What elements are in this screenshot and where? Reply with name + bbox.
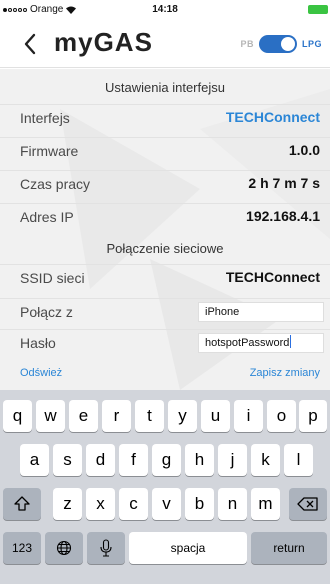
row-firmware: Firmware 1.0.0 <box>0 137 330 164</box>
return-key[interactable]: return <box>251 532 327 564</box>
key-s[interactable]: s <box>53 444 82 476</box>
globe-icon <box>56 540 72 556</box>
save-changes-button[interactable]: Zapisz zmiany <box>250 367 320 379</box>
section-title-interface: Ustawienia interfejsu <box>105 80 225 95</box>
numbers-key[interactable]: 123 <box>3 532 41 564</box>
shift-icon <box>14 496 30 511</box>
fuel-type-toggle[interactable] <box>258 35 297 53</box>
value-firmware: 1.0.0 <box>288 142 320 158</box>
shift-key[interactable] <box>3 488 41 520</box>
row-uptime: Czas pracy 2 h 7 m 7 s <box>0 170 330 197</box>
key-m[interactable]: m <box>251 488 280 520</box>
label-password: Hasło <box>20 335 56 351</box>
battery-icon <box>308 5 328 14</box>
label-interface: Interfejs <box>20 110 70 126</box>
key-i[interactable]: i <box>234 400 263 432</box>
text-caret <box>290 335 292 348</box>
logo-text: myGAS <box>54 28 153 57</box>
value-ssid: TECHConnect <box>225 269 320 285</box>
key-n[interactable]: n <box>218 488 247 520</box>
row-ssid: SSID sieci TECHConnect <box>0 264 330 291</box>
value-ip-address: 192.168.4.1 <box>246 208 320 224</box>
key-v[interactable]: v <box>152 488 181 520</box>
microphone-key[interactable] <box>87 532 125 564</box>
row-ip-address: Adres IP 192.168.4.1 <box>0 203 330 230</box>
key-u[interactable]: u <box>201 400 230 432</box>
label-ip-address: Adres IP <box>20 209 74 225</box>
key-x[interactable]: x <box>86 488 115 520</box>
settings-content: Ustawienia interfejsu Interfejs TECHConn… <box>0 69 330 390</box>
key-l[interactable]: l <box>284 444 313 476</box>
backspace-icon <box>297 497 318 511</box>
key-y[interactable]: y <box>168 400 197 432</box>
label-uptime: Czas pracy <box>20 176 91 192</box>
key-e[interactable]: e <box>69 400 98 432</box>
fuel-toggle-group: PB LPG <box>240 35 322 53</box>
toggle-label-pb: PB <box>240 39 254 49</box>
key-j[interactable]: j <box>218 444 247 476</box>
globe-key[interactable] <box>45 532 83 564</box>
key-r[interactable]: r <box>102 400 131 432</box>
mygas-logo: myGAS <box>54 28 153 57</box>
nav-bar: myGAS PB LPG <box>0 20 330 68</box>
password-input[interactable]: hotspotPassword <box>198 333 324 353</box>
key-p[interactable]: p <box>299 400 327 432</box>
key-c[interactable]: c <box>119 488 148 520</box>
connect-to-value: iPhone <box>205 306 240 318</box>
key-b[interactable]: b <box>185 488 214 520</box>
row-interface: Interfejs TECHConnect <box>0 104 330 131</box>
row-connect-to: Połącz z iPhone <box>0 298 330 325</box>
label-connect-to: Połącz z <box>20 304 73 320</box>
row-password: Hasło hotspotPassword <box>0 329 330 356</box>
microphone-icon <box>100 539 112 557</box>
value-interface[interactable]: TECHConnect <box>226 109 320 125</box>
status-bar: Orange 14:18 <box>0 0 330 20</box>
key-a[interactable]: a <box>20 444 49 476</box>
key-w[interactable]: w <box>36 400 65 432</box>
key-d[interactable]: d <box>86 444 115 476</box>
key-t[interactable]: t <box>135 400 164 432</box>
label-ssid: SSID sieci <box>20 270 85 286</box>
back-chevron-icon[interactable] <box>18 29 44 59</box>
value-uptime: 2 h 7 m 7 s <box>248 175 320 191</box>
toggle-knob <box>280 37 295 51</box>
password-value: hotspotPassword <box>205 337 290 349</box>
toggle-label-lpg: LPG <box>301 39 322 49</box>
refresh-button[interactable]: Odśwież <box>20 367 62 379</box>
keyboard: q w e r t y u i o p a s d f g h j k l z … <box>0 390 330 584</box>
label-firmware: Firmware <box>20 143 79 159</box>
connect-to-input[interactable]: iPhone <box>198 302 324 322</box>
key-q[interactable]: q <box>3 400 32 432</box>
key-g[interactable]: g <box>152 444 181 476</box>
key-z[interactable]: z <box>53 488 82 520</box>
key-k[interactable]: k <box>251 444 280 476</box>
space-key[interactable]: spacja <box>129 532 247 564</box>
key-o[interactable]: o <box>267 400 296 432</box>
backspace-key[interactable] <box>289 488 327 520</box>
section-title-network: Połączenie sieciowe <box>106 241 224 256</box>
status-time: 14:18 <box>152 4 178 15</box>
key-f[interactable]: f <box>119 444 148 476</box>
key-h[interactable]: h <box>185 444 214 476</box>
